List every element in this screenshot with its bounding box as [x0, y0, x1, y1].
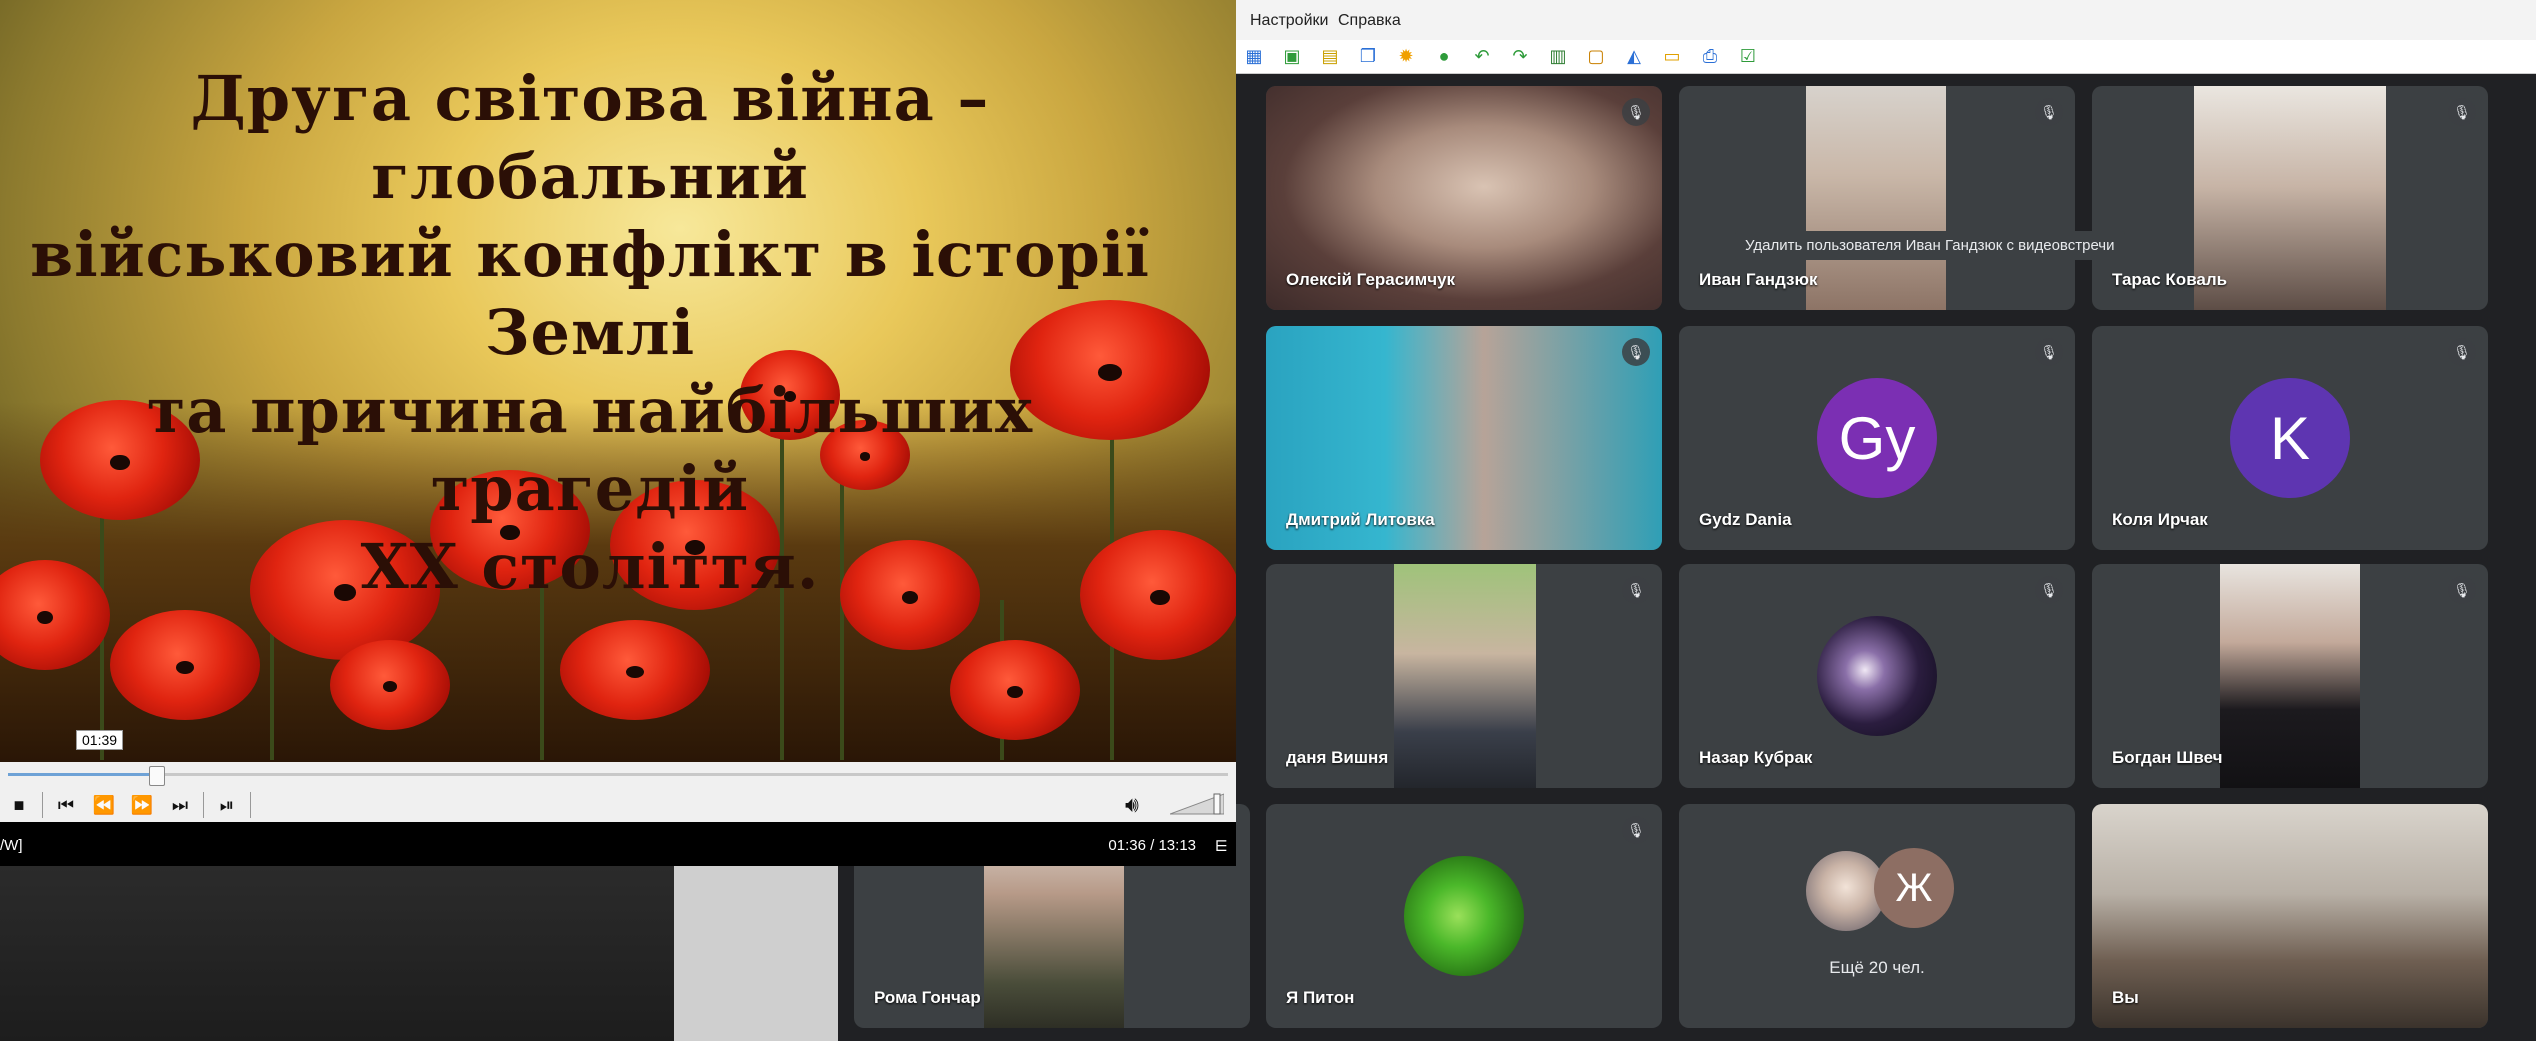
desktop-panel	[674, 866, 838, 1041]
participant-tile[interactable]: 🎙︎ Тарас Коваль	[2092, 86, 2488, 310]
mic-off-icon: 🎙︎	[2448, 576, 2476, 604]
app-toolbar: ▦ ▣ ▤ ❐ ✹ ● ↶ ↷ ▥ ▢ ◭ ▭ ⎙ ☑	[1236, 40, 2536, 74]
participant-video	[2220, 564, 2360, 788]
poppy-flower	[950, 640, 1080, 740]
slide-title-line: та причина найбільших трагедій	[146, 374, 1034, 525]
rewind-icon[interactable]: ⏪	[85, 795, 123, 816]
mic-off-icon: 🎙︎	[2035, 576, 2063, 604]
participant-tile[interactable]: 🎙︎ Назар Кубрак	[1679, 564, 2075, 788]
more-participants-tile[interactable]: Ж Ещё 20 чел.	[1679, 804, 2075, 1028]
slide-title-line: XX століття.	[360, 530, 820, 603]
mic-off-icon: 🎙︎	[2035, 98, 2063, 126]
mic-off-icon: 🎙︎	[2035, 338, 2063, 366]
mic-off-icon: 🎙︎	[1622, 98, 1650, 126]
participant-name: Коля Ирчак	[2112, 510, 2208, 529]
mic-off-icon: 🎙︎	[2448, 338, 2476, 366]
participant-tile[interactable]: K 🎙︎ Коля Ирчак	[2092, 326, 2488, 550]
menu-icon[interactable]: ⋿	[1215, 837, 1228, 855]
seek-time-tooltip: 01:39	[76, 730, 124, 750]
participant-tile[interactable]: Gy 🎙︎ Gydz Dania	[1679, 326, 2075, 550]
participant-tile[interactable]: 🎙︎ Олексій Герасимчук	[1266, 86, 1662, 310]
avatar: K	[2230, 378, 2350, 498]
seek-thumb[interactable]	[148, 766, 165, 786]
player-status-bar: /W] 01:36 / 13:13 ⋿	[0, 827, 1236, 866]
fast-forward-icon[interactable]: ⏩	[123, 795, 161, 816]
columns-icon[interactable]: ▥	[1544, 45, 1572, 69]
status-text: /W]	[0, 837, 23, 854]
seek-progress	[8, 773, 156, 776]
screen-icon[interactable]: ▢	[1582, 45, 1610, 69]
avatar	[1404, 856, 1524, 976]
check-icon[interactable]: ☑	[1734, 45, 1762, 69]
slide-title-line: військовий конфлікт в історії Землі	[30, 218, 1150, 369]
mic-off-icon: 🎙︎	[1622, 576, 1650, 604]
mic-off-icon: 🎙︎	[1622, 816, 1650, 844]
frame-step-icon[interactable]: ⏯	[208, 795, 246, 816]
self-tile[interactable]: Вы	[2092, 804, 2488, 1028]
participant-name: Олексій Герасимчук	[1286, 270, 1456, 289]
desktop-background	[0, 866, 674, 1041]
avatar	[1817, 616, 1937, 736]
stop-icon[interactable]: ■	[0, 795, 38, 816]
slide-title: Друга світова війна – глобальний військо…	[0, 60, 1180, 606]
volume-icon[interactable]: 🔊︎	[1125, 792, 1139, 818]
print-icon[interactable]: ⎙	[1696, 45, 1724, 69]
copy-icon[interactable]: ❐	[1354, 45, 1382, 69]
participant-name: Тарас Коваль	[2112, 270, 2228, 289]
erase-icon[interactable]: ◭	[1620, 45, 1648, 69]
participant-name: Назар Кубрак	[1699, 748, 1813, 767]
poppy-flower	[560, 620, 710, 720]
mic-off-icon: 🎙︎	[1622, 338, 1650, 366]
menu-settings[interactable]: Настройки	[1250, 12, 1328, 30]
next-icon[interactable]: ⏭	[161, 795, 199, 816]
menu-bar: Настройки Справка	[1236, 0, 2536, 41]
menu-help[interactable]: Справка	[1338, 12, 1401, 30]
avatar: Ж	[1874, 848, 1954, 928]
participant-tile[interactable]: 🎙︎ Дмитрий Литовка	[1266, 326, 1662, 550]
remove-participant-tooltip: Удалить пользователя Иван Гандзюк с виде…	[1735, 231, 2125, 260]
previous-icon[interactable]: ⏮	[47, 795, 85, 816]
image-icon[interactable]: ▤	[1316, 45, 1344, 69]
participant-video	[1806, 86, 1946, 310]
poppy-flower	[330, 640, 450, 730]
participant-tile[interactable]: 🎙︎ даня Вишня	[1266, 564, 1662, 788]
participant-tile[interactable]: 🎙︎ Богдан Швеч	[2092, 564, 2488, 788]
redo-icon[interactable]: ↷	[1506, 45, 1534, 69]
playback-time: 01:36 / 13:13	[1108, 837, 1196, 854]
media-player-window: Друга світова війна – глобальний військо…	[0, 0, 1236, 866]
participant-name: даня Вишня	[1286, 748, 1389, 767]
grid-icon[interactable]: ▦	[1240, 45, 1268, 69]
participant-name: Вы	[2112, 988, 2139, 1007]
undo-icon[interactable]: ↶	[1468, 45, 1496, 69]
participant-tile[interactable]: 🎙︎ Я Питон	[1266, 804, 1662, 1028]
participant-video	[2092, 804, 2488, 1028]
sun-icon[interactable]: ✹	[1392, 45, 1420, 69]
poppy-flower	[110, 610, 260, 720]
presentation-slide: Друга світова війна – глобальний військо…	[0, 0, 1236, 762]
participant-name: Иван Гандзюк	[1699, 270, 1818, 289]
more-participants-label: Ещё 20 чел.	[1829, 958, 1925, 977]
slide-title-line: Друга світова війна – глобальний	[190, 62, 990, 213]
folder-icon[interactable]: ▭	[1658, 45, 1686, 69]
seek-bar[interactable]	[8, 773, 1228, 776]
mic-off-icon: 🎙︎	[2448, 98, 2476, 126]
playback-controls: ■ ⏮ ⏪ ⏩ ⏭ ⏯	[0, 785, 1236, 825]
participant-name: Дмитрий Литовка	[1286, 510, 1435, 529]
participant-name: Богдан Швеч	[2112, 748, 2223, 767]
participant-video	[1394, 564, 1536, 788]
green-export-icon[interactable]: ▣	[1278, 45, 1306, 69]
avatar: Gy	[1817, 378, 1937, 498]
participant-tile[interactable]: 🎙︎ Иван Гандзюк	[1679, 86, 2075, 310]
participant-name: Gydz Dania	[1699, 510, 1792, 529]
participant-name: Я Питон	[1286, 988, 1355, 1007]
user-icon[interactable]: ●	[1430, 45, 1458, 69]
participant-name: Рома Гончар	[874, 988, 981, 1007]
volume-slider[interactable]	[1170, 792, 1224, 816]
